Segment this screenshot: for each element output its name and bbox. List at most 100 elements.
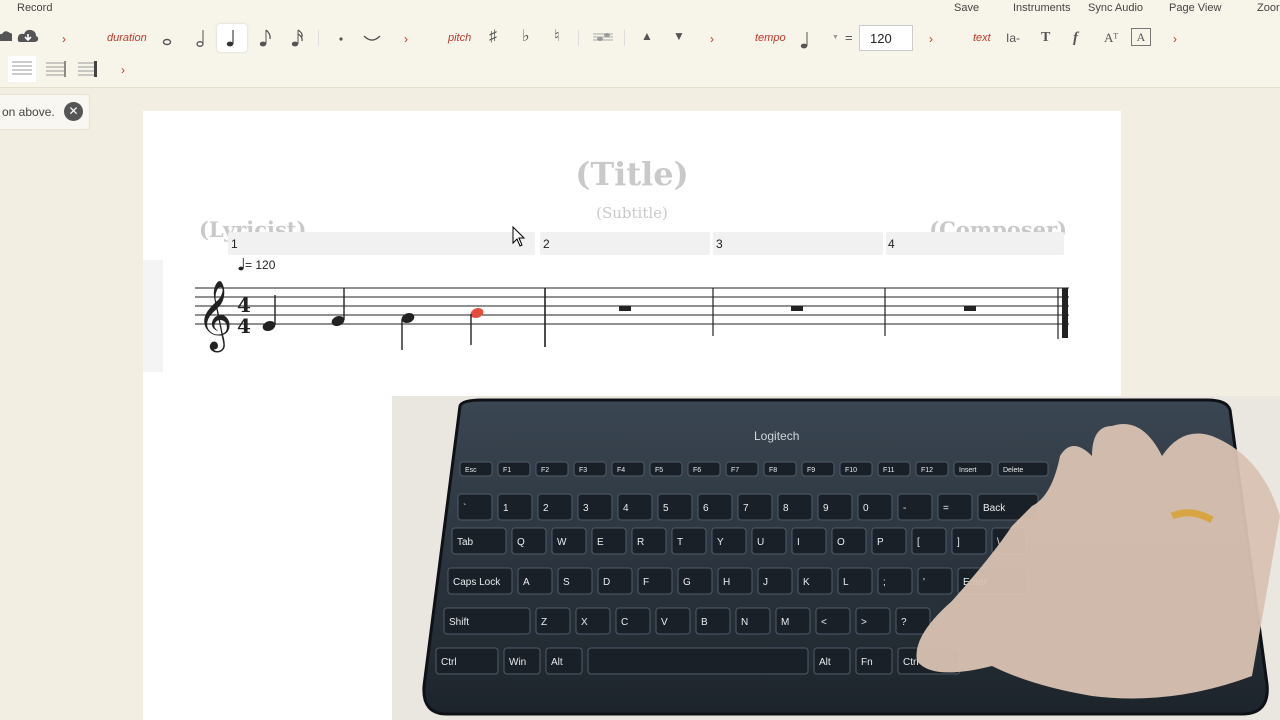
keyboard-key-label: F12: [921, 467, 933, 474]
keyboard-key-label: 0: [863, 503, 869, 514]
tempo-category[interactable]: tempo: [755, 32, 786, 44]
note[interactable]: [400, 311, 415, 350]
pitch-up-icon[interactable]: ▲: [641, 30, 653, 42]
transpose-icon[interactable]: [592, 30, 614, 44]
keyboard-key-label: Caps Lock: [453, 577, 501, 588]
tempo-note-dropdown-icon[interactable]: ▼: [832, 34, 839, 41]
keyboard-key-label: Fn: [861, 657, 873, 668]
sync-audio-menu[interactable]: Sync Audio: [1088, 2, 1143, 14]
keyboard-key-label: >: [861, 617, 867, 628]
system-break-icon[interactable]: [44, 58, 68, 80]
keyboard-key-label: Back: [983, 503, 1006, 514]
quarter-note-button[interactable]: [217, 24, 247, 52]
keyboard-key-label: F5: [655, 467, 663, 474]
keyboard-key-label: F: [643, 577, 649, 588]
record-menu[interactable]: Record: [17, 2, 52, 14]
eighth-note-icon[interactable]: [259, 28, 273, 48]
note[interactable]: [261, 295, 276, 333]
text-dynamic-icon[interactable]: f: [1073, 31, 1078, 46]
sharp-icon[interactable]: ♯: [489, 29, 497, 45]
keyboard-key-label: B: [701, 617, 708, 628]
chevron-right-icon[interactable]: ›: [1173, 32, 1177, 46]
cloud-upload-icon[interactable]: [0, 29, 12, 45]
keyboard-key-label: W: [557, 537, 567, 548]
keyboard-key-label: Esc: [465, 467, 477, 474]
chevron-right-icon[interactable]: ›: [929, 32, 933, 46]
tempo-input[interactable]: [859, 25, 913, 51]
note[interactable]: [330, 288, 345, 328]
keyboard-key-label: V: [661, 617, 668, 628]
pitch-category[interactable]: pitch: [448, 32, 471, 44]
keyboard-key-label: F2: [541, 467, 549, 474]
whole-rest[interactable]: [619, 306, 631, 311]
keyboard-key-label: 1: [503, 503, 509, 514]
keyboard-key-label: M: [781, 617, 789, 628]
chevron-right-icon[interactable]: ›: [404, 32, 408, 46]
keyboard-key-label: H: [723, 577, 730, 588]
keyboard-key-label: R: [637, 537, 644, 548]
whole-note-icon[interactable]: [162, 38, 172, 46]
dot-icon[interactable]: [338, 36, 344, 42]
keyboard-key-label: S: [563, 577, 570, 588]
close-icon[interactable]: ✕: [64, 102, 83, 121]
keyboard-key-label: 7: [743, 503, 749, 514]
keyboard-key-label: 4: [623, 503, 629, 514]
keyboard-key-label: E: [597, 537, 604, 548]
keyboard-photo: Esc F1 F2 F3 F4 F5 F6 F7 F8 F9 F10 F11 F12 Insert Dele…: [422, 398, 1280, 716]
keyboard-key-label: Tab: [457, 537, 474, 548]
text-box-icon[interactable]: A: [1131, 28, 1151, 46]
tempo-equals: =: [845, 30, 853, 45]
half-note-icon[interactable]: [196, 28, 208, 48]
tie-icon[interactable]: [362, 34, 382, 44]
keyboard-key-label: F9: [807, 467, 815, 474]
chevron-right-icon[interactable]: ›: [62, 32, 66, 46]
chevron-right-icon[interactable]: ›: [121, 63, 125, 77]
keyboard-key-label: C: [621, 617, 628, 628]
staff[interactable]: 𝄞 4 4: [143, 111, 1121, 371]
text-size-icon[interactable]: Ia-: [1006, 32, 1020, 44]
keyboard-key-label: Y: [717, 537, 724, 548]
keyboard-key-label: <: [821, 617, 827, 628]
menu-bar: Record Save Instruments Sync Audio Page …: [0, 0, 1280, 20]
sixteenth-note-icon[interactable]: [291, 28, 305, 48]
keyboard-key: [587, 647, 809, 675]
keyboard-key-label: Shift: [449, 617, 469, 628]
keyboard-key-label: 6: [703, 503, 709, 514]
page-view-menu[interactable]: Page View: [1169, 2, 1221, 14]
notification-panel: on above. ✕: [0, 94, 90, 130]
keyboard-key-label: 3: [583, 503, 589, 514]
text-bold-icon[interactable]: T: [1041, 31, 1050, 45]
zoom-menu[interactable]: Zoor: [1257, 2, 1280, 14]
keyboard-brand: Logitech: [754, 429, 799, 443]
natural-icon[interactable]: ♮: [554, 29, 560, 45]
keyboard-key-label: F8: [769, 467, 777, 474]
keyboard-key-label: K: [803, 577, 810, 588]
whole-rest[interactable]: [964, 306, 976, 311]
layout-icon[interactable]: [8, 56, 36, 82]
tempo-note-icon[interactable]: [800, 30, 812, 50]
keyboard-key-label: X: [581, 617, 588, 628]
webcam-video-overlay: Esc F1 F2 F3 F4 F5 F6 F7 F8 F9 F10 F11 F12 Insert Dele…: [392, 396, 1280, 720]
flat-icon[interactable]: ♭: [522, 29, 530, 45]
keyboard-key-label: F7: [731, 467, 739, 474]
pitch-down-icon[interactable]: ▼: [673, 30, 685, 42]
duration-category[interactable]: duration: [107, 32, 147, 44]
keyboard-key-label: 8: [783, 503, 789, 514]
final-barline-icon[interactable]: [76, 58, 100, 80]
cloud-download-icon[interactable]: [17, 28, 39, 46]
keyboard-key-label: T: [677, 537, 683, 548]
chevron-right-icon[interactable]: ›: [710, 32, 714, 46]
keyboard-key-label: =: [943, 503, 949, 514]
text-superscript-icon[interactable]: Aᵀ: [1104, 31, 1118, 44]
keyboard-key-label: 5: [663, 503, 669, 514]
whole-rest[interactable]: [791, 306, 803, 311]
selected-note[interactable]: [469, 306, 484, 345]
keyboard-key-label: I: [797, 537, 800, 548]
instruments-menu[interactable]: Instruments: [1013, 2, 1070, 14]
text-category[interactable]: text: [973, 32, 991, 44]
save-menu[interactable]: Save: [954, 2, 979, 14]
notification-text: on above.: [2, 105, 55, 119]
keyboard-key-label: 2: [543, 503, 549, 514]
keyboard-key-label: N: [741, 617, 748, 628]
keyboard-key-label: Insert: [959, 467, 977, 474]
